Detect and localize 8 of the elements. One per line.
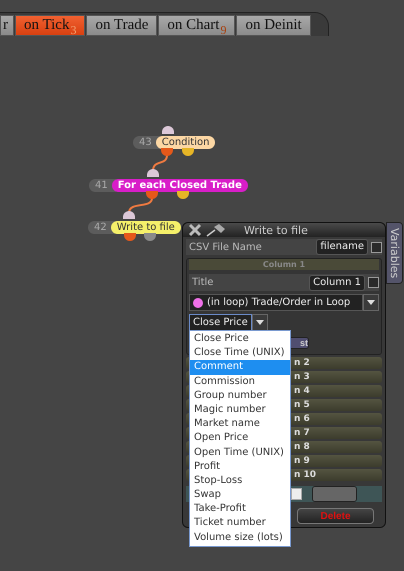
node-number: 43: [133, 136, 160, 149]
field-label: Title: [192, 277, 214, 288]
node-number: 41: [89, 179, 116, 192]
panel-title: Write to file: [244, 224, 308, 236]
field-label: CSV File Name: [189, 242, 263, 252]
tab-count: 9: [220, 24, 226, 36]
node-number: 42: [88, 221, 115, 234]
tab-count: 3: [70, 24, 76, 36]
